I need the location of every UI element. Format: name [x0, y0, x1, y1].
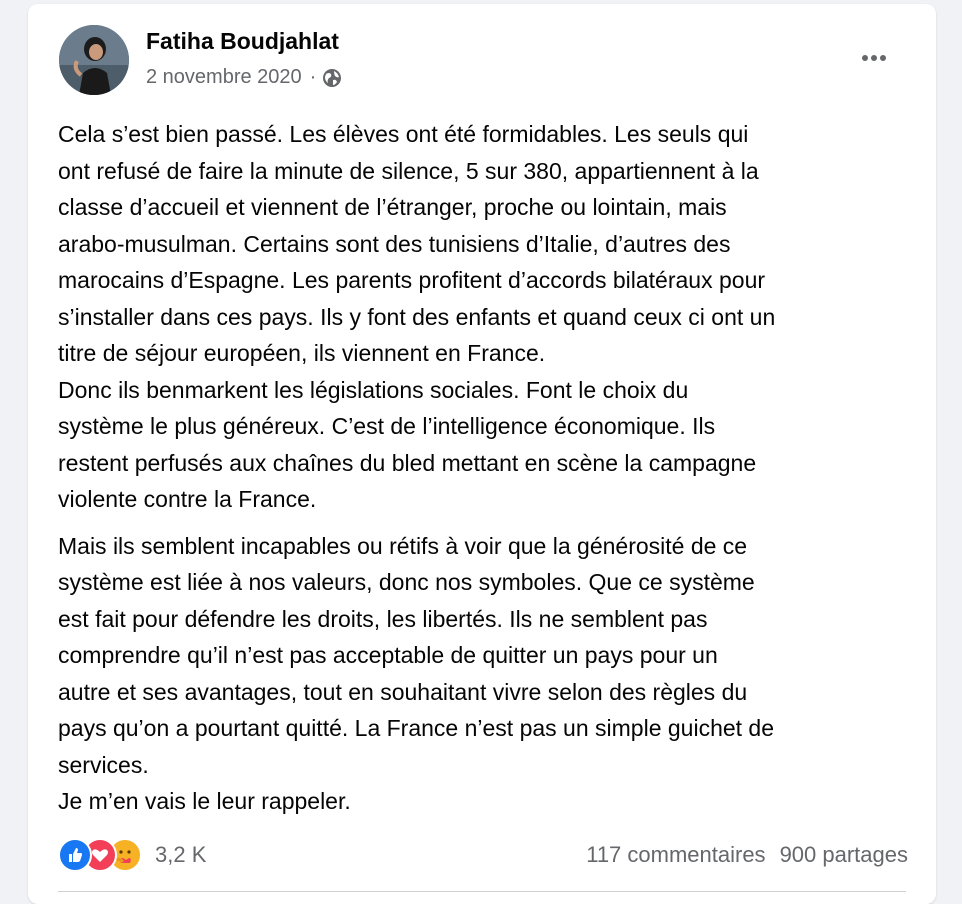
post-card: Fatiha Boudjahlat 2 novembre 2020 · Cela…	[28, 4, 936, 904]
avatar[interactable]	[59, 25, 129, 95]
post-date[interactable]: 2 novembre 2020	[146, 66, 302, 89]
reactions-summary[interactable]: 3,2 K	[58, 838, 206, 872]
text-line: comprendre qu’il n’est pas acceptable de…	[58, 642, 718, 668]
text-line: ont refusé de faire la minute de silence…	[58, 157, 759, 184]
text-line: arabo-musulman. Certains sont des tunisi…	[58, 230, 731, 257]
text-line: autre et ses avantages, tout en souhaita…	[58, 678, 748, 705]
text-line: système le plus généreux. C’est de l’int…	[58, 413, 716, 439]
text-line: Je m’en vais le leur rappeler.	[58, 788, 351, 814]
text-line: s’installer dans ces pays. Ils y font de…	[58, 303, 776, 330]
text-line: services.	[58, 751, 149, 778]
post-text: Cela s’est bien passé. Les élèves ont ét…	[58, 116, 918, 820]
post-stats: 117 commentaires 900 partages	[586, 842, 908, 868]
text-line: Donc ils benmarkent les législations soc…	[58, 376, 689, 403]
comments-count-link[interactable]: 117 commentaires	[586, 842, 765, 868]
like-icon	[58, 838, 92, 872]
text-line: Mais ils semblent incapables ou rétifs à…	[58, 532, 748, 559]
text-line: système est liée à nos valeurs, donc nos…	[58, 569, 755, 595]
post-paragraph: Mais ils semblent incapables ou rétifs à…	[58, 528, 918, 820]
divider	[58, 891, 906, 892]
text-line: est fait pour défendre les droits, les l…	[58, 605, 708, 632]
text-line: marocains d’Espagne. Les parents profite…	[58, 267, 766, 293]
post-paragraph: Cela s’est bien passé. Les élèves ont ét…	[58, 116, 918, 518]
meta-separator: ·	[309, 66, 317, 88]
text-line: titre de séjour européen, ils viennent e…	[58, 340, 546, 366]
text-line: classe d’accueil et viennent de l’étrang…	[58, 194, 727, 220]
text-line: restent perfusés aux chaînes du bled met…	[58, 449, 757, 476]
more-horizontal-icon	[862, 55, 886, 61]
text-line: pays qu’on a pourtant quitté. La France …	[58, 715, 775, 741]
globe-icon[interactable]	[322, 68, 342, 88]
reactions-count: 3,2 K	[155, 842, 207, 867]
text-line: Cela s’est bien passé. Les élèves ont ét…	[58, 121, 749, 147]
author-name[interactable]: Fatiha Boudjahlat	[146, 28, 339, 55]
more-options-button[interactable]	[856, 44, 892, 72]
text-line: violente contre la France.	[58, 486, 317, 512]
shares-count-link[interactable]: 900 partages	[780, 842, 908, 868]
post-meta: 2 novembre 2020 ·	[146, 66, 342, 89]
avatar-image	[59, 25, 129, 95]
